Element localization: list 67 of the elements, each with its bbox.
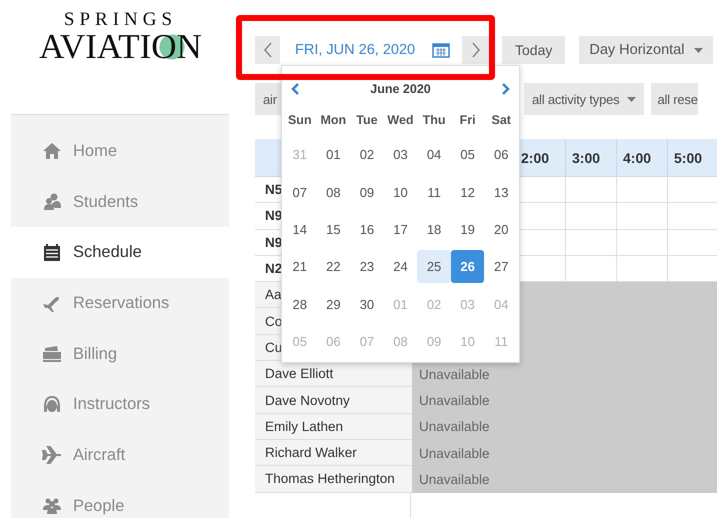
hour-header: 2:00 [521, 150, 550, 166]
next-month-icon[interactable] [501, 83, 510, 95]
students-icon [42, 192, 62, 212]
time-slot[interactable] [565, 230, 616, 256]
time-slot[interactable] [667, 230, 717, 256]
time-slot[interactable] [616, 177, 667, 204]
next-button[interactable] [462, 36, 489, 64]
calendar-day[interactable]: 19 [450, 212, 484, 246]
weekday-label: Wed [386, 112, 415, 129]
calendar-day[interactable]: 25 [417, 250, 451, 284]
today-button[interactable]: Today [502, 36, 566, 64]
weekday-label: Tue [355, 112, 379, 129]
calendar-day[interactable]: 18 [417, 212, 451, 246]
home-icon [42, 141, 62, 162]
calendar-day[interactable]: 20 [484, 212, 518, 246]
calendar-day[interactable]: 05 [450, 138, 484, 172]
view-dropdown[interactable]: Day Horizontal [579, 36, 714, 64]
calendar-day[interactable]: 12 [450, 176, 484, 209]
time-slot[interactable] [667, 203, 717, 230]
filter-dropdown[interactable]: all activity types [524, 83, 644, 115]
time-slot[interactable] [667, 177, 717, 204]
hour-header: 4:00 [623, 150, 652, 166]
weekday-label: Mon [320, 112, 348, 129]
time-slot[interactable] [616, 230, 667, 256]
person-cell: Dave Elliott [255, 361, 412, 388]
month-title: June 2020 [370, 82, 431, 96]
previous-button[interactable] [255, 36, 280, 64]
status-text: Unavailable [419, 393, 490, 408]
hour-header: 5:00 [674, 150, 702, 166]
weekday-label: Sun [286, 112, 313, 129]
calendar-icon [432, 42, 450, 58]
status-text: Unavailable [419, 366, 490, 382]
person-cell: Emily Lathen [255, 414, 412, 440]
calendar-day[interactable]: 03 [384, 138, 418, 172]
calendar-day[interactable]: 06 [484, 138, 518, 172]
calendar-day[interactable]: 04 [417, 138, 451, 172]
time-slot[interactable] [565, 177, 616, 204]
billing-icon [42, 344, 62, 364]
caret-icon [627, 96, 636, 102]
hour-header: 3:00 [572, 150, 600, 166]
chevron-left-icon [262, 42, 272, 58]
person-cell: Dave Novotny [255, 387, 412, 414]
person-cell: Richard Walker [255, 440, 412, 466]
instructors-icon [42, 394, 62, 415]
aircraft-icon [42, 445, 62, 466]
status-text: Unavailable [419, 419, 490, 434]
weekday-label: Sat [490, 112, 512, 129]
filter-dropdown[interactable]: all rese [651, 83, 698, 115]
status-text: Unavailable [419, 472, 490, 487]
people-icon [42, 496, 62, 516]
weekday-label: Fri [458, 112, 477, 129]
previous-month-icon[interactable] [291, 83, 300, 95]
sidebar-item[interactable]: Schedule [11, 227, 229, 278]
logo-text: SPRINGS [64, 10, 178, 30]
calendar-day[interactable]: 11 [417, 176, 451, 209]
calendar-day[interactable]: 02 [350, 138, 384, 172]
calendar-day[interactable]: 13 [484, 176, 518, 209]
calendar-day[interactable]: 27 [484, 250, 518, 284]
schedule-icon [42, 242, 62, 263]
time-slot[interactable] [616, 203, 667, 230]
time-slot[interactable] [565, 203, 616, 230]
chevron-right-icon [470, 42, 480, 58]
status-text: Unavailable [419, 446, 490, 461]
weekday-label: Thu [422, 112, 447, 129]
person-cell: Thomas Hetherington [255, 466, 412, 493]
calendar-day[interactable]: 01 [316, 138, 350, 172]
caret-icon [694, 48, 704, 52]
